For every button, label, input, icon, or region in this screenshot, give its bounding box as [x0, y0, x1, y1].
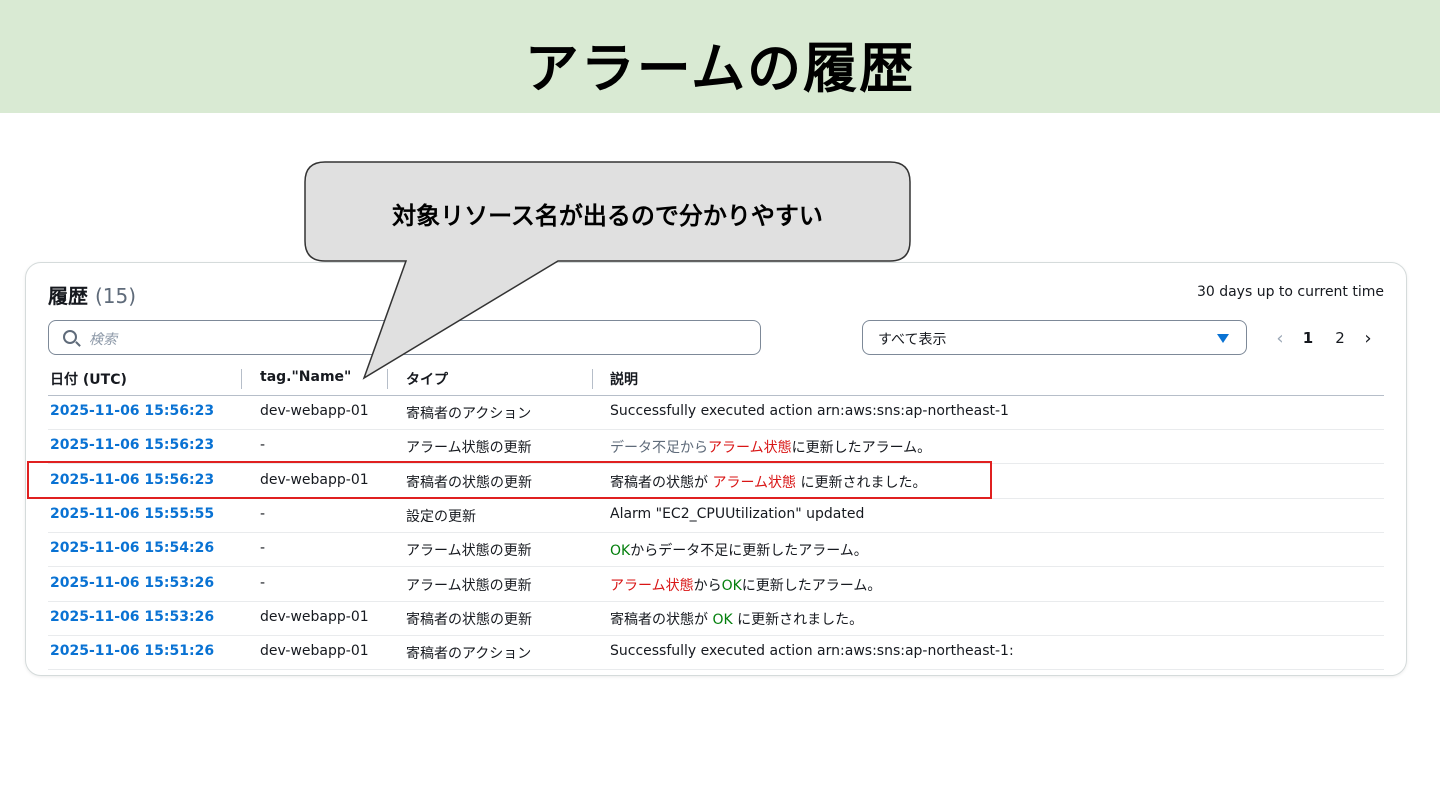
row-resource-name: dev-webapp-01 — [260, 608, 369, 625]
row-description: データ不足からアラーム状態に更新したアラーム。 — [610, 437, 931, 457]
row-description: Successfully executed action arn:aws:sns… — [610, 403, 1009, 419]
column-divider[interactable] — [592, 369, 593, 389]
next-page-icon[interactable]: › — [1356, 328, 1380, 349]
row-type: 寄稿者のアクション — [406, 646, 532, 663]
row-date-link[interactable]: 2025-11-06 15:53:26 — [50, 575, 214, 591]
row-date-link[interactable]: 2025-11-06 15:56:23 — [50, 437, 214, 453]
description-segment: OK — [610, 543, 631, 560]
table-row: 2025-11-06 15:55:55 - 設定の更新 Alarm "EC2_CPUU… — [48, 499, 1384, 533]
description-segment: Successfully executed action arn:aws:sns… — [610, 403, 1009, 419]
row-date-link[interactable]: 2025-11-06 15:51:26 — [50, 643, 214, 659]
column-divider[interactable] — [241, 369, 242, 389]
panel-title-label: 履歴 — [48, 284, 88, 308]
row-type: 寄稿者のアクション — [406, 406, 532, 422]
description-segment: Alarm "EC2_CPUUtilization" updated — [610, 505, 865, 522]
column-header-type[interactable]: タイプ — [406, 369, 448, 389]
description-segment: データ不足から — [610, 440, 708, 457]
table-header: 日付 (UTC) tag."Name" タイプ 説明 — [48, 362, 1384, 396]
callout-text: 対象リソース名が出るので分かりやすい — [392, 202, 823, 230]
description-segment: アラーム状態 — [610, 577, 694, 594]
search-placeholder: 検索 — [89, 332, 117, 348]
row-resource-name: dev-webapp-01 — [260, 643, 369, 660]
time-range-label: 30 days up to current time — [1196, 284, 1384, 300]
previous-page-icon[interactable]: ‹ — [1268, 328, 1292, 349]
search-input[interactable]: 検索 — [48, 320, 761, 355]
description-segment: アラーム状態 — [708, 440, 792, 457]
filter-selected-value: すべて表示 — [878, 332, 947, 348]
slide-title: アラームの履歴 — [524, 37, 916, 100]
description-segment: からデータ不足に更新したアラーム。 — [630, 543, 868, 560]
pagination: ‹ 1 2 › — [1268, 325, 1380, 351]
row-date-link[interactable]: 2025-11-06 15:55:55 — [50, 506, 214, 522]
row-description: 寄稿者の状態が OK に更新されました。 — [610, 609, 863, 629]
page-next-number[interactable]: 2 — [1324, 329, 1356, 347]
description-segment: に更新したアラーム。 — [791, 440, 932, 457]
row-type: アラーム状態の更新 — [406, 440, 532, 457]
row-date-link[interactable]: 2025-11-06 15:54:26 — [50, 540, 214, 556]
row-type: 設定の更新 — [406, 508, 476, 525]
history-count: (15) — [94, 284, 137, 308]
table-row: 2025-11-06 15:56:23 - アラーム状態の更新 データ不足からアラーム… — [48, 430, 1384, 465]
row-type: アラーム状態の更新 — [406, 577, 532, 594]
column-divider[interactable] — [387, 369, 388, 389]
column-header-description[interactable]: 説明 — [610, 369, 638, 389]
caret-down-icon — [1217, 334, 1229, 343]
row-description: OKからデータ不足に更新したアラーム。 — [610, 540, 868, 560]
row-resource-name: dev-webapp-01 — [260, 403, 369, 419]
row-description: Successfully executed action arn:aws:sns… — [610, 643, 1014, 659]
row-date-link[interactable]: 2025-11-06 15:53:26 — [50, 609, 214, 625]
row-resource-name: - — [260, 540, 266, 557]
page-current[interactable]: 1 — [1292, 329, 1324, 347]
table-row: 2025-11-06 15:51:26 dev-webapp-01 寄稿者のアクショ… — [48, 636, 1384, 671]
description-segment: 寄稿者の状態が — [610, 611, 713, 628]
search-icon — [63, 330, 77, 344]
row-description: Alarm "EC2_CPUUtilization" updated — [610, 506, 864, 522]
table-row: 2025-11-06 15:53:26 dev-webapp-01 寄稿者の状態の更… — [48, 602, 1384, 636]
table-row: 2025-11-06 15:53:26 - アラーム状態の更新 アラーム状態からOKに… — [48, 568, 1384, 602]
column-header-date[interactable]: 日付 (UTC) — [50, 369, 127, 389]
description-segment: OK — [712, 611, 733, 628]
highlight-box — [27, 461, 992, 499]
row-date-link[interactable]: 2025-11-06 15:56:23 — [50, 403, 214, 419]
row-type: アラーム状態の更新 — [406, 543, 532, 560]
description-segment: OK — [721, 577, 742, 594]
row-resource-name: - — [260, 574, 266, 591]
row-resource-name: - — [260, 505, 266, 522]
description-segment: Successfully executed action arn:aws:sns… — [610, 643, 1014, 660]
row-description: アラーム状態からOKに更新したアラーム。 — [610, 575, 881, 595]
description-segment: に更新されました。 — [732, 611, 864, 628]
table-row: 2025-11-06 15:56:23 dev-webapp-01 寄稿者のアクショ… — [48, 396, 1384, 430]
description-segment: に更新したアラーム。 — [741, 577, 882, 594]
row-type: 寄稿者の状態の更新 — [406, 611, 532, 628]
filter-select[interactable]: すべて表示 — [862, 320, 1247, 355]
table-row: 2025-11-06 15:54:26 - アラーム状態の更新 OKからデータ不足に更… — [48, 533, 1384, 568]
panel-title: 履歴 (15) — [48, 280, 136, 309]
column-header-name[interactable]: tag."Name" — [260, 369, 351, 385]
description-segment: から — [693, 577, 722, 594]
row-resource-name: - — [260, 437, 266, 454]
